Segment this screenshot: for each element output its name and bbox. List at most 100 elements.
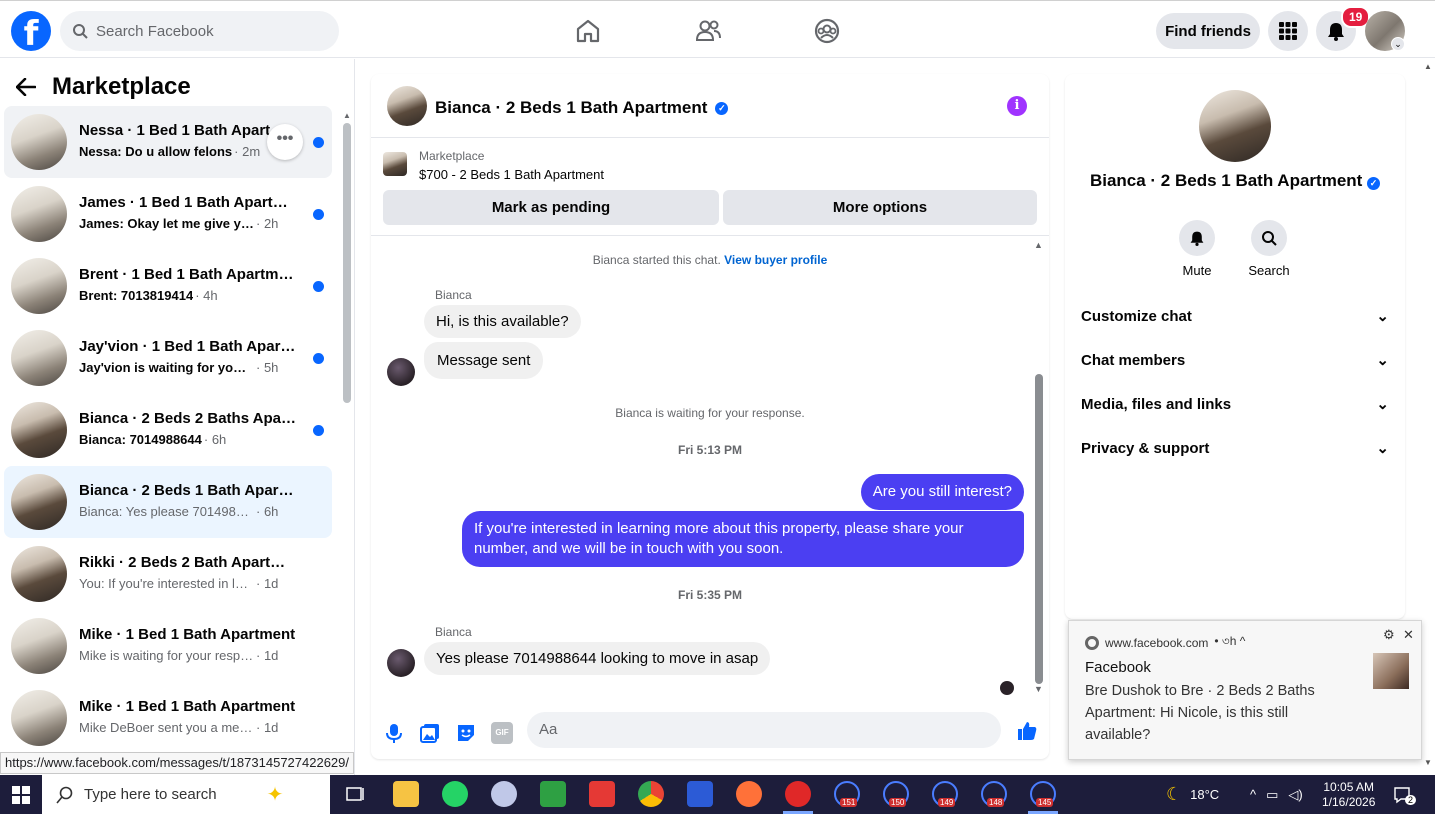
scroll-up-arrow-icon[interactable]: ▲ bbox=[1034, 240, 1043, 250]
close-icon[interactable]: ✕ bbox=[1403, 627, 1414, 643]
conversation-item[interactable]: Rikki · 2 Beds 2 Bath Apartment You: If … bbox=[4, 538, 332, 610]
back-arrow-icon[interactable] bbox=[16, 78, 36, 96]
scroll-down-arrow-icon[interactable]: ▼ bbox=[1424, 758, 1432, 767]
conversation-item[interactable]: Brent · 1 Bed 1 Bath Apartment Brent: 70… bbox=[4, 250, 332, 322]
clock[interactable]: 10:05 AM 1/16/2026 bbox=[1322, 775, 1375, 814]
mark-as-pending-button[interactable]: Mark as pending bbox=[383, 190, 719, 225]
chat-title[interactable]: Bianca · 2 Beds 1 Bath Apartment ✓ bbox=[435, 98, 729, 118]
listing-thumbnail bbox=[11, 330, 67, 386]
menu-grid-button[interactable] bbox=[1268, 11, 1308, 51]
conversation-item[interactable]: Nessa · 1 Bed 1 Bath Apartment Nessa: Do… bbox=[4, 106, 332, 178]
info-icon[interactable]: i bbox=[1007, 96, 1027, 116]
chat-avatar[interactable] bbox=[387, 86, 427, 126]
search-icon bbox=[56, 786, 73, 804]
search-placeholder: Search Facebook bbox=[96, 22, 214, 40]
seen-indicator-avatar bbox=[1000, 681, 1014, 695]
chat-scrollbar[interactable] bbox=[1035, 374, 1043, 684]
taskbar-search-input[interactable]: Type here to search ✦ bbox=[42, 775, 330, 814]
conversation-preview: Bianca: 7014988644 · 6h bbox=[79, 432, 227, 447]
chat-members-section[interactable]: Chat members ⌄ bbox=[1081, 338, 1389, 382]
sender-avatar[interactable] bbox=[387, 358, 415, 386]
chat-header: Bianca · 2 Beds 1 Bath Apartment ✓ i bbox=[371, 74, 1049, 138]
search-action[interactable]: Search bbox=[1239, 220, 1299, 278]
inbox-scrollbar[interactable] bbox=[343, 123, 351, 403]
task-view-icon[interactable] bbox=[343, 781, 369, 807]
action-center-icon[interactable]: 2 bbox=[1393, 775, 1417, 814]
unread-dot bbox=[313, 353, 324, 364]
network-icon[interactable]: ▭ bbox=[1266, 787, 1278, 803]
verified-badge-icon: ✓ bbox=[1367, 177, 1381, 190]
sticker-icon[interactable] bbox=[455, 722, 477, 744]
scroll-down-arrow-icon[interactable]: ▼ bbox=[1034, 684, 1043, 694]
sender-avatar[interactable] bbox=[387, 649, 415, 677]
listing-thumbnail bbox=[11, 546, 67, 602]
listing-thumbnail bbox=[11, 258, 67, 314]
find-friends-button[interactable]: Find friends bbox=[1156, 13, 1260, 49]
file-explorer-icon[interactable] bbox=[393, 781, 419, 807]
chevron-up-icon[interactable]: ^ bbox=[1250, 787, 1256, 802]
search-highlight-icon: ✦ bbox=[266, 784, 284, 806]
listing-thumbnail bbox=[11, 690, 67, 746]
app-badge: 151 bbox=[840, 798, 858, 807]
home-icon[interactable] bbox=[573, 16, 603, 46]
facebook-logo[interactable]: f bbox=[11, 11, 51, 51]
sender-name: Bianca bbox=[435, 625, 472, 639]
spreadsheet-app-icon[interactable] bbox=[540, 781, 566, 807]
settings-gear-icon[interactable]: ⚙ bbox=[1383, 627, 1395, 643]
system-tray-icons[interactable]: ^ ▭ ◁) bbox=[1250, 775, 1303, 814]
gif-icon[interactable]: GIF bbox=[491, 722, 513, 744]
conversation-item-selected[interactable]: Bianca · 2 Beds 1 Bath Apartment Bianca:… bbox=[4, 466, 332, 538]
volume-icon[interactable]: ◁) bbox=[1288, 787, 1302, 803]
chevron-down-icon: ⌄ bbox=[1376, 440, 1389, 457]
chevron-down-icon[interactable]: ⌄ bbox=[1391, 37, 1405, 51]
view-buyer-profile-link[interactable]: View buyer profile bbox=[724, 253, 827, 267]
whatsapp-icon[interactable] bbox=[442, 781, 468, 807]
thumbs-up-icon[interactable] bbox=[1016, 720, 1038, 742]
listing-price-title[interactable]: $700 - 2 Beds 1 Bath Apartment bbox=[419, 167, 604, 182]
section-label: Customize chat bbox=[1081, 307, 1192, 325]
app-icon[interactable] bbox=[785, 781, 811, 807]
start-button[interactable] bbox=[0, 775, 42, 814]
marketplace-inbox-panel: Marketplace Nessa · 1 Bed 1 Bath Apartme… bbox=[0, 59, 355, 775]
verified-badge-icon: ✓ bbox=[715, 101, 729, 115]
anydesk-icon[interactable] bbox=[589, 781, 615, 807]
listing-thumbnail[interactable] bbox=[383, 152, 407, 176]
conversation-item[interactable]: Bianca · 2 Beds 2 Baths Apartment Bianca… bbox=[4, 394, 332, 466]
more-options-button[interactable]: ••• bbox=[267, 124, 303, 160]
browser-app-icon[interactable] bbox=[687, 781, 713, 807]
search-facebook-input[interactable]: Search Facebook bbox=[60, 11, 339, 51]
desktop-notification[interactable]: www.facebook.com • ৩h ^ ⚙ ✕ Facebook Bre … bbox=[1068, 620, 1422, 760]
chrome-icon[interactable] bbox=[638, 781, 664, 807]
scroll-up-arrow-icon[interactable]: ▲ bbox=[343, 111, 351, 120]
conversation-name: Mike · 1 Bed 1 Bath Apartment bbox=[79, 626, 296, 643]
weather-widget[interactable]: ☾ 18°C bbox=[1166, 775, 1219, 814]
privacy-support-section[interactable]: Privacy & support ⌄ bbox=[1081, 426, 1389, 470]
conversation-item[interactable]: Jay'vion · 1 Bed 1 Bath Apartment Jay'vi… bbox=[4, 322, 332, 394]
chevron-down-icon: ⌄ bbox=[1376, 396, 1389, 413]
chat-details-panel: Bianca · 2 Beds 1 Bath Apartment ✓ Mute … bbox=[1065, 74, 1405, 619]
groups-icon[interactable] bbox=[812, 16, 842, 46]
app-icon[interactable] bbox=[491, 781, 517, 807]
conversation-item[interactable]: Mike · 1 Bed 1 Bath Apartment Mike DeBoe… bbox=[4, 682, 332, 754]
photo-icon[interactable] bbox=[419, 722, 441, 744]
friends-icon[interactable] bbox=[693, 16, 723, 46]
timestamp: Fri 5:13 PM bbox=[677, 443, 743, 457]
message-input-placeholder: Aa bbox=[539, 721, 558, 738]
microphone-icon[interactable] bbox=[383, 722, 405, 744]
conversation-preview: Jay'vion is waiting for your response.· … bbox=[79, 360, 279, 375]
listing-thumbnail bbox=[11, 186, 67, 242]
firefox-icon[interactable] bbox=[736, 781, 762, 807]
chat-profile-avatar[interactable] bbox=[1199, 90, 1271, 162]
message-input[interactable]: Aa bbox=[527, 712, 1001, 748]
more-options-button[interactable]: More options bbox=[723, 190, 1037, 225]
media-files-links-section[interactable]: Media, files and links ⌄ bbox=[1081, 382, 1389, 426]
message-composer: GIF Aa bbox=[371, 710, 1049, 759]
conversation-item[interactable]: Mike · 1 Bed 1 Bath Apartment Mike is wa… bbox=[4, 610, 332, 682]
conversation-item[interactable]: James · 1 Bed 1 Bath Apartment James: Ok… bbox=[4, 178, 332, 250]
notification-sender-photo bbox=[1373, 653, 1409, 689]
conversation-name: James · 1 Bed 1 Bath Apartment bbox=[79, 194, 297, 211]
mute-action[interactable]: Mute bbox=[1167, 220, 1227, 278]
scroll-up-arrow-icon[interactable]: ▲ bbox=[1424, 62, 1432, 71]
section-label: Media, files and links bbox=[1081, 395, 1232, 413]
customize-chat-section[interactable]: Customize chat ⌄ bbox=[1081, 294, 1389, 338]
